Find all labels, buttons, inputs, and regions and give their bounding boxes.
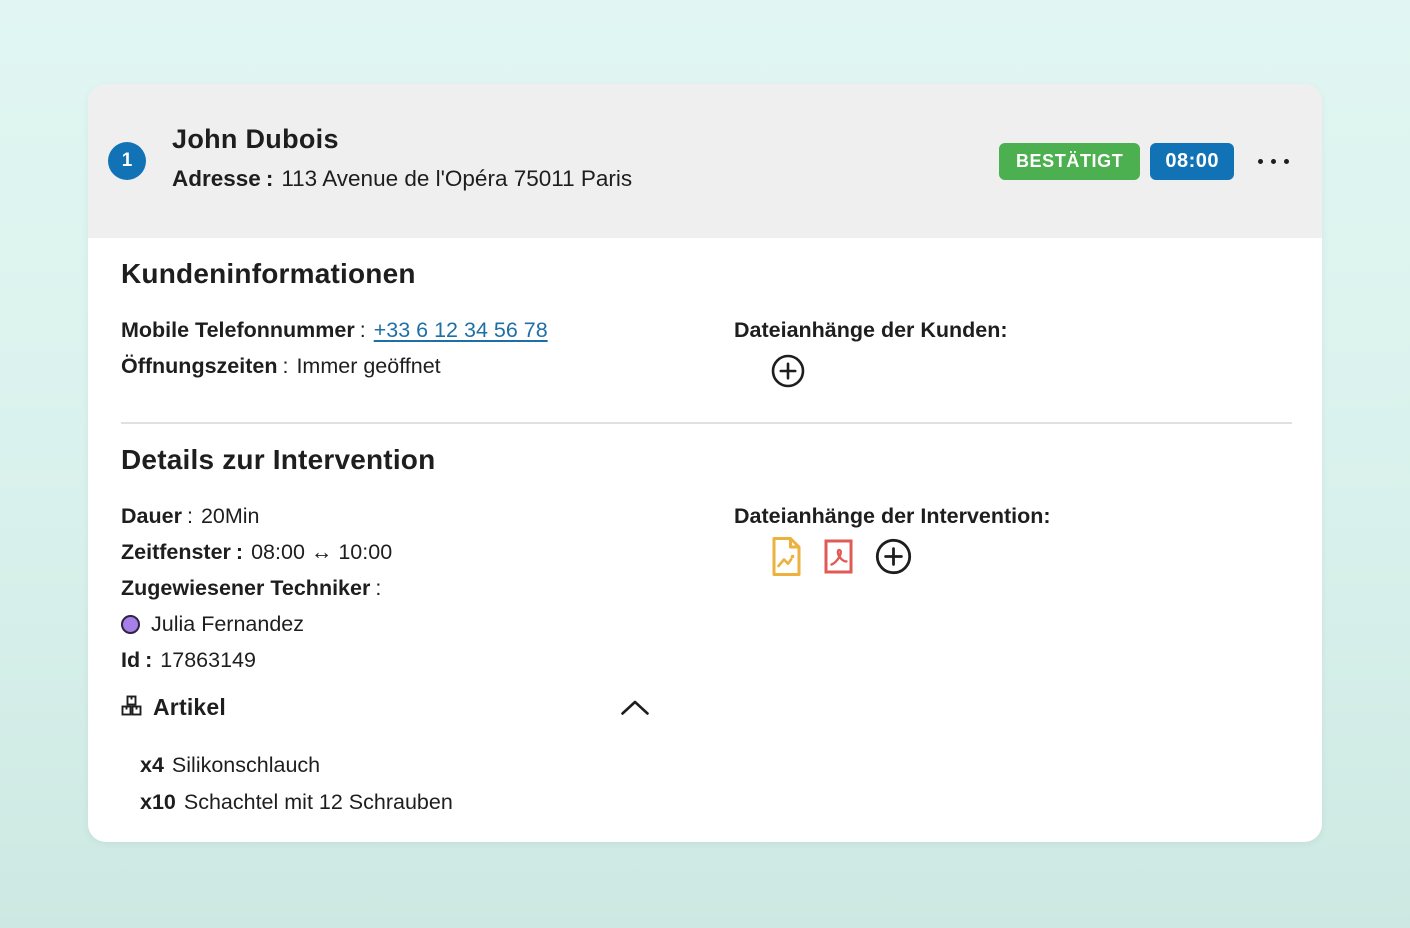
article-qty: x4 (140, 753, 164, 777)
ellipsis-dot (1284, 159, 1289, 164)
intervention-left: Dauer:20Min Zeitfenster:08:00 ↔ 10:00 Zu… (121, 498, 734, 678)
technician-label: Zugewiesener Techniker (121, 576, 370, 600)
add-intervention-attachment-button[interactable] (875, 538, 912, 575)
hours-label: Öffnungszeiten (121, 354, 277, 378)
duration-separator: : (187, 504, 193, 528)
duration-label: Dauer (121, 504, 182, 528)
id-label: Id (121, 648, 140, 672)
customer-info-left: Mobile Telefonnummer: +33 6 12 34 56 78 Ö… (121, 312, 734, 388)
card-header: 1 John Dubois Adresse:113 Avenue de l'Op… (88, 84, 1322, 238)
article-name: Schachtel mit 12 Schrauben (184, 790, 453, 814)
intervention-section: Dauer:20Min Zeitfenster:08:00 ↔ 10:00 Zu… (121, 498, 1292, 678)
article-item: x10 Schachtel mit 12 Schrauben (140, 784, 1292, 821)
technician-row: Julia Fernandez (121, 606, 734, 642)
articles-heading: Artikel (153, 694, 226, 721)
address-label: Adresse (172, 166, 261, 191)
intervention-attachments-list (771, 536, 1292, 577)
time-window-row: Zeitfenster:08:00 ↔ 10:00 (121, 534, 734, 570)
address-value: 113 Avenue de l'Opéra 75011 Paris (281, 166, 632, 191)
intervention-attachments: Dateianhänge der Intervention: (734, 498, 1292, 678)
status-badge[interactable]: BESTÄTIGT (999, 143, 1140, 180)
technician-name: Julia Fernandez (151, 606, 304, 642)
id-row: Id:17863149 (121, 642, 734, 678)
intervention-heading: Details zur Intervention (121, 444, 1292, 476)
plus-circle-icon (875, 563, 912, 578)
phone-separator: : (360, 318, 366, 342)
article-qty: x10 (140, 790, 176, 814)
articles-section: Artikel x4 Silikonschlauch x10 Schachtel m… (121, 694, 1292, 821)
intervention-attachments-heading: Dateianhänge der Intervention: (734, 498, 1292, 534)
card-body: Kundeninformationen Mobile Telefonnummer… (88, 258, 1322, 821)
image-attachment-button[interactable] (771, 536, 802, 577)
article-list: x4 Silikonschlauch x10 Schachtel mit 12 Sc… (121, 747, 1292, 821)
chevron-up-icon (620, 704, 650, 719)
customer-attachments: Dateianhänge der Kunden: (734, 312, 1292, 388)
plus-circle-icon (771, 376, 805, 391)
customer-name: John Dubois (172, 124, 672, 155)
customer-address: Adresse:113 Avenue de l'Opéra 75011 Pari… (172, 159, 672, 199)
image-file-icon (771, 565, 802, 580)
technician-separator: : (375, 576, 381, 600)
duration-value: 20Min (201, 504, 260, 528)
hours-separator: : (282, 354, 288, 378)
hours-value: Immer geöffnet (296, 354, 440, 378)
time-badge[interactable]: 08:00 (1150, 143, 1234, 180)
phone-row: Mobile Telefonnummer: +33 6 12 34 56 78 (121, 312, 734, 348)
customer-info-heading: Kundeninformationen (121, 258, 1292, 290)
article-item: x4 Silikonschlauch (140, 747, 1292, 784)
phone-label: Mobile Telefonnummer (121, 318, 355, 342)
more-options-button[interactable] (1253, 151, 1294, 172)
time-window-separator: : (236, 540, 243, 564)
stop-number-badge: 1 (108, 142, 146, 180)
boxes-icon (121, 695, 142, 721)
phone-link[interactable]: +33 6 12 34 56 78 (374, 318, 548, 342)
section-divider (121, 422, 1292, 424)
time-window-value: 08:00 ↔ 10:00 (251, 540, 392, 564)
add-customer-attachment-button[interactable] (771, 354, 805, 388)
header-actions: BESTÄTIGT 08:00 (999, 143, 1294, 180)
hours-row: Öffnungszeiten: Immer geöffnet (121, 348, 734, 384)
ellipsis-dot (1271, 159, 1276, 164)
id-separator: : (145, 648, 152, 672)
id-value: 17863149 (160, 648, 256, 672)
pdf-file-icon (824, 562, 853, 577)
customer-attachments-heading: Dateianhänge der Kunden: (734, 312, 1292, 348)
ellipsis-dot (1258, 159, 1263, 164)
address-separator: : (266, 166, 274, 191)
technician-avatar (121, 615, 140, 634)
duration-row: Dauer:20Min (121, 498, 734, 534)
articles-header[interactable]: Artikel (121, 694, 652, 721)
collapse-articles-button[interactable] (618, 697, 652, 718)
time-window-label: Zeitfenster (121, 540, 231, 564)
pdf-attachment-button[interactable] (824, 539, 853, 574)
header-text: John Dubois Adresse:113 Avenue de l'Opér… (172, 124, 672, 199)
customer-info-section: Mobile Telefonnummer: +33 6 12 34 56 78 Ö… (121, 312, 1292, 388)
intervention-card: 1 John Dubois Adresse:113 Avenue de l'Op… (88, 84, 1322, 842)
article-name: Silikonschlauch (172, 753, 320, 777)
technician-label-row: Zugewiesener Techniker: (121, 570, 734, 606)
